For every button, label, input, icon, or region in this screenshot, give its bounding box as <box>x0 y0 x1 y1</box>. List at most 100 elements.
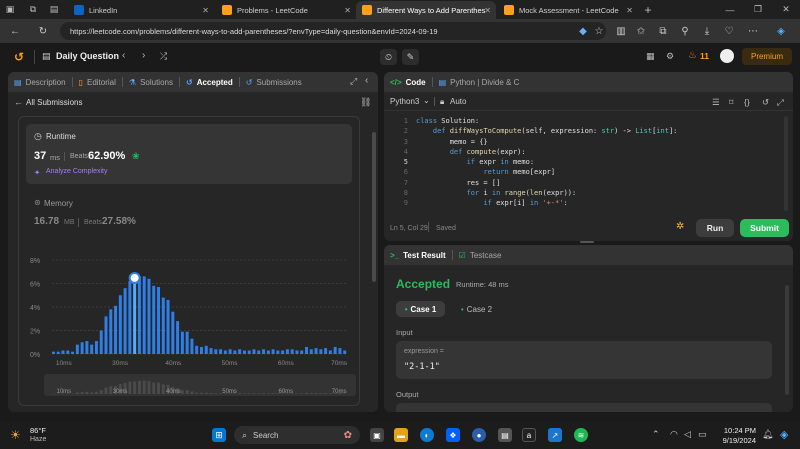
favorites-icon[interactable]: ✩ <box>634 23 648 39</box>
braces-icon[interactable]: {} <box>744 97 750 107</box>
tab-submissions[interactable]: ↺ Submissions <box>240 78 308 87</box>
close-icon[interactable]: ✕ <box>344 6 351 15</box>
distribution-bar[interactable] <box>99 330 103 355</box>
language-select[interactable]: Python3 <box>390 97 419 106</box>
distribution-bar[interactable] <box>262 349 266 354</box>
distribution-bar[interactable] <box>66 350 70 354</box>
distribution-bar[interactable] <box>266 350 270 354</box>
minimize-icon[interactable]: — <box>722 0 738 19</box>
tab-testcase[interactable]: ☑ Testcase <box>453 251 508 260</box>
distribution-bar[interactable] <box>171 311 175 354</box>
distribution-bar[interactable] <box>271 349 275 354</box>
distribution-bar[interactable] <box>223 350 227 354</box>
distribution-bar[interactable] <box>128 281 132 354</box>
tab-code[interactable]: </> Code <box>384 78 432 87</box>
performance-icon[interactable]: ♡ <box>722 23 736 39</box>
edge-icon[interactable]: ◐ <box>420 428 434 442</box>
distribution-bar[interactable] <box>214 349 218 354</box>
distribution-bar[interactable] <box>281 350 285 354</box>
refresh-icon[interactable]: ↻ <box>36 23 50 39</box>
notification-icon[interactable]: 🔔︎ <box>762 429 773 440</box>
maximize-icon[interactable]: ❐ <box>750 0 766 19</box>
distribution-bar[interactable] <box>180 331 184 354</box>
your-runtime-marker[interactable] <box>128 271 141 284</box>
distribution-bar[interactable] <box>109 309 113 354</box>
copilot-icon[interactable]: ◈ <box>774 23 788 39</box>
distribution-bar[interactable] <box>328 350 332 354</box>
distribution-bar[interactable] <box>152 285 156 354</box>
auto-mode[interactable]: Auto <box>450 97 466 106</box>
distribution-bar[interactable] <box>233 350 237 354</box>
collapse-icon[interactable]: ‹ <box>365 75 368 86</box>
clock-time[interactable]: 10:24 PM <box>718 426 756 435</box>
distribution-bar[interactable] <box>195 345 199 354</box>
input-box[interactable] <box>396 341 772 379</box>
distribution-bar[interactable] <box>295 350 299 354</box>
close-icon[interactable]: ✕ <box>484 6 491 15</box>
distribution-bar[interactable] <box>123 288 127 354</box>
distribution-bar[interactable] <box>114 305 118 354</box>
distribution-bar[interactable] <box>324 348 328 354</box>
tab-linkedin[interactable]: LinkedIn ✕ <box>68 1 214 19</box>
more-icon[interactable]: ⋯ <box>746 23 760 39</box>
tab-mock-assessment[interactable]: Mock Assessment - LeetCode ✕ <box>498 1 638 19</box>
distribution-bar[interactable] <box>190 338 194 354</box>
address-bar[interactable]: https://leetcode.com/problems/different-… <box>60 22 606 40</box>
downloads-icon[interactable]: ⤓ <box>700 23 714 39</box>
distribution-bar[interactable] <box>228 349 232 354</box>
analyze-complexity-link[interactable]: Analyze Complexity <box>46 168 107 175</box>
tab-editorial[interactable]: ▯ Editorial <box>73 78 122 87</box>
layout-icon[interactable]: ▦ <box>646 51 655 62</box>
chevron-up-icon[interactable]: ⌃ <box>652 429 660 440</box>
result-scrollbar[interactable] <box>785 285 789 395</box>
close-window-icon[interactable]: ✕ <box>778 0 794 19</box>
task-view-icon[interactable]: ▣ <box>370 428 384 442</box>
all-submissions-link[interactable]: All Submissions <box>26 98 82 107</box>
distribution-bar[interactable] <box>305 346 308 354</box>
case-1-button[interactable]: • Case 1 <box>396 301 445 317</box>
extensions-icon[interactable]: ⚲ <box>678 23 692 39</box>
reset-icon[interactable]: ↺ <box>762 97 769 108</box>
dropbox-icon[interactable]: ❖ <box>446 428 460 442</box>
notes-icon[interactable]: ✎ <box>402 49 419 65</box>
tab-solutions[interactable]: ⚗ Solutions <box>123 78 179 87</box>
avatar[interactable] <box>720 49 734 63</box>
distribution-bar[interactable] <box>176 321 180 354</box>
distribution-bar[interactable] <box>166 299 170 354</box>
distribution-bar[interactable] <box>333 346 337 354</box>
distribution-bar[interactable] <box>185 331 189 354</box>
tab-description[interactable]: ▤ Description <box>8 78 72 87</box>
distribution-bar[interactable] <box>309 349 313 354</box>
wifi-icon[interactable]: ◠ <box>670 429 678 440</box>
distribution-bar[interactable] <box>319 349 323 354</box>
distribution-bar[interactable] <box>290 349 294 354</box>
prev-question-icon[interactable]: ‹ <box>122 50 125 61</box>
distribution-bar[interactable] <box>61 350 65 354</box>
distribution-bar[interactable] <box>90 344 94 354</box>
leetcode-logo[interactable]: ↺ <box>14 50 28 64</box>
distribution-bar[interactable] <box>157 287 160 354</box>
runtime-distribution-chart[interactable]: 8% 6% 4% 2% 0% 10ms 30ms 40ms 50ms 60ms 70ms 10ms 30… <box>8 242 368 402</box>
fullscreen-icon[interactable]: ⤢ <box>777 97 784 108</box>
spotify-icon[interactable]: ≋ <box>574 428 588 442</box>
close-icon[interactable]: ✕ <box>202 6 209 15</box>
daily-question-title[interactable]: Daily Question <box>56 51 119 61</box>
distribution-bar[interactable] <box>242 350 246 354</box>
back-arrow-icon[interactable]: ← <box>14 97 23 107</box>
debug-icon[interactable]: ✲ <box>676 221 684 232</box>
tab-problems[interactable]: Problems - LeetCode ✕ <box>216 1 356 19</box>
close-icon[interactable]: ✕ <box>626 6 633 15</box>
copilot-taskbar-icon[interactable]: ◈ <box>780 428 788 441</box>
file-explorer-icon[interactable]: ▬ <box>394 428 408 442</box>
distribution-bar[interactable] <box>247 350 251 354</box>
run-button[interactable]: Run <box>696 219 734 237</box>
battery-icon[interactable]: ▭ <box>698 429 707 440</box>
distribution-bar[interactable] <box>219 349 223 354</box>
workspaces-icon[interactable]: ⧉ <box>25 0 41 19</box>
next-question-icon[interactable]: › <box>142 50 145 61</box>
distribution-bar[interactable] <box>285 349 289 354</box>
tab-actions-icon[interactable]: ▤ <box>46 0 62 19</box>
distribution-bar[interactable] <box>209 348 213 354</box>
distribution-bar[interactable] <box>338 348 342 354</box>
distribution-bar[interactable] <box>104 316 108 354</box>
